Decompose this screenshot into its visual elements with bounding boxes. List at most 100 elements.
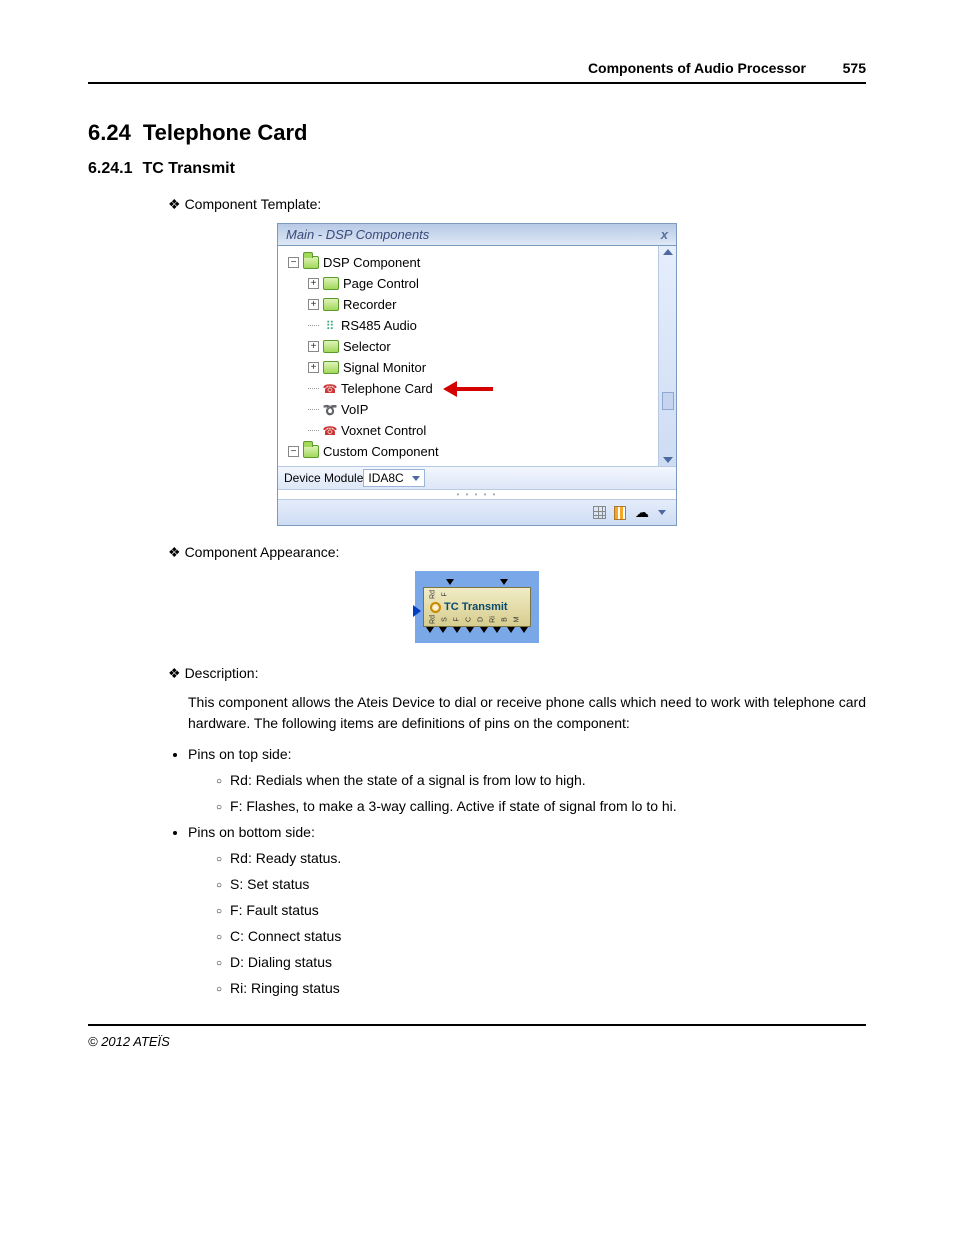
folder-icon bbox=[323, 298, 339, 311]
section-number: 6.24 bbox=[88, 120, 131, 145]
tree-item[interactable]: ⠿ RS485 Audio bbox=[286, 315, 654, 336]
tree-connector bbox=[308, 430, 319, 431]
tree-item-label: VoIP bbox=[341, 402, 368, 417]
description-text: This component allows the Ateis Device t… bbox=[188, 692, 866, 734]
expand-icon[interactable]: + bbox=[308, 362, 319, 373]
page-header: Components of Audio Processor 575 bbox=[88, 60, 866, 84]
subsection-number: 6.24.1 bbox=[88, 160, 132, 177]
pin-description-list: Pins on top side: Rd: Redials when the s… bbox=[188, 746, 866, 996]
subsection-heading: 6.24.1TC Transmit bbox=[88, 160, 866, 178]
folder-icon bbox=[323, 361, 339, 374]
folder-icon bbox=[323, 277, 339, 290]
component-icon bbox=[430, 602, 441, 613]
tree-item-label: Selector bbox=[343, 339, 391, 354]
diamond-icon: ❖ bbox=[168, 196, 181, 212]
scroll-thumb[interactable] bbox=[662, 392, 674, 410]
pins-bottom-title: Pins on bottom side: Rd: Ready status.S:… bbox=[188, 824, 866, 996]
tree-item-label: RS485 Audio bbox=[341, 318, 417, 333]
pin-label: Rd bbox=[430, 615, 437, 625]
component-label-row: TC Transmit bbox=[426, 599, 528, 615]
tree-item[interactable]: − Custom Component bbox=[286, 441, 654, 462]
pins-top-row: RdF bbox=[426, 590, 528, 599]
pin-label: B bbox=[502, 615, 509, 625]
tree-item-label: Recorder bbox=[343, 297, 396, 312]
tree-item-label: DSP Component bbox=[323, 255, 420, 270]
tree-item[interactable]: + Selector bbox=[286, 336, 654, 357]
tree-list: − DSP Component + Page Control + Recorder ⠿ RS4… bbox=[278, 246, 658, 466]
bottom-ticks bbox=[423, 627, 531, 635]
close-icon[interactable]: x bbox=[661, 227, 668, 242]
tree-item[interactable]: ☎ Voxnet Control bbox=[286, 420, 654, 441]
pin-label: Ri bbox=[490, 615, 497, 625]
pin-label: M bbox=[514, 615, 521, 625]
scroll-down-icon[interactable] bbox=[663, 457, 673, 463]
collapse-icon[interactable]: − bbox=[288, 446, 299, 457]
collapse-icon[interactable]: − bbox=[288, 257, 299, 268]
highlight-arrow-icon bbox=[443, 381, 493, 397]
section-heading: 6.24 Telephone Card bbox=[88, 120, 866, 146]
grid-icon[interactable] bbox=[593, 506, 606, 519]
pins-bottom-row: RdSFCDRiBM bbox=[426, 615, 528, 624]
pin-label: C bbox=[466, 615, 473, 625]
panel-titlebar: Main - DSP Components x bbox=[278, 224, 676, 246]
tree-item-label: Signal Monitor bbox=[343, 360, 426, 375]
list-item: D: Dialing status bbox=[216, 954, 866, 970]
tree-item-label: Voxnet Control bbox=[341, 423, 426, 438]
panel-title: Main - DSP Components bbox=[286, 227, 429, 242]
tree-item[interactable]: ➰ VoIP bbox=[286, 399, 654, 420]
header-title: Components of Audio Processor bbox=[588, 60, 806, 76]
dots-icon: ⠿ bbox=[323, 319, 337, 333]
tree-connector bbox=[308, 388, 319, 389]
component-label: TC Transmit bbox=[444, 601, 508, 613]
dropdown-icon[interactable] bbox=[658, 510, 666, 515]
device-module-label: Device Module bbox=[284, 471, 363, 485]
list-item: S: Set status bbox=[216, 876, 866, 892]
expand-icon[interactable]: + bbox=[308, 341, 319, 352]
phone-icon: ☎ bbox=[323, 382, 337, 396]
section-title: Telephone Card bbox=[143, 120, 308, 145]
dsp-components-panel: Main - DSP Components x − DSP Component + P… bbox=[277, 223, 677, 526]
phone-icon: ☎ bbox=[323, 424, 337, 438]
pin-label: F bbox=[454, 615, 461, 625]
tree-item-label: Custom Component bbox=[323, 444, 439, 459]
tree-connector bbox=[308, 325, 319, 326]
device-module-dropdown[interactable]: IDA8C bbox=[363, 469, 424, 487]
component-template-label: ❖Component Template: bbox=[168, 196, 866, 213]
palette-icon[interactable] bbox=[614, 506, 626, 520]
list-item: Rd: Redials when the state of a signal i… bbox=[216, 772, 866, 788]
input-port-icon bbox=[413, 605, 421, 617]
tree-item[interactable]: + Recorder bbox=[286, 294, 654, 315]
tree-item[interactable]: + Signal Monitor bbox=[286, 357, 654, 378]
tool-icon[interactable]: ☁ bbox=[634, 505, 650, 521]
tree-item[interactable]: ☎ Telephone Card bbox=[286, 378, 654, 399]
expand-icon[interactable]: + bbox=[308, 299, 319, 310]
tree-item-label: Page Control bbox=[343, 276, 419, 291]
description-label: ❖Description: bbox=[168, 665, 866, 682]
page-footer: © 2012 ATEÏS bbox=[88, 1024, 866, 1049]
top-ticks bbox=[423, 579, 531, 587]
list-item: C: Connect status bbox=[216, 928, 866, 944]
folder-icon bbox=[323, 340, 339, 353]
pin-label: F bbox=[442, 590, 449, 600]
scrollbar[interactable] bbox=[658, 246, 676, 466]
list-item: Ri: Ringing status bbox=[216, 980, 866, 996]
folder-icon bbox=[303, 256, 319, 269]
diamond-icon: ❖ bbox=[168, 665, 181, 681]
folder-icon bbox=[303, 445, 319, 458]
list-item: F: Flashes, to make a 3-way calling. Act… bbox=[216, 798, 866, 814]
tree-connector bbox=[308, 409, 319, 410]
splitter[interactable]: • • • • • bbox=[278, 489, 676, 499]
voip-icon: ➰ bbox=[323, 403, 337, 417]
pin-label: D bbox=[478, 615, 485, 625]
pins-top-title: Pins on top side: Rd: Redials when the s… bbox=[188, 746, 866, 814]
panel-toolbar: ☁ bbox=[278, 499, 676, 525]
component-appearance-label: ❖Component Appearance: bbox=[168, 544, 866, 561]
tree-item-label: Telephone Card bbox=[341, 381, 433, 396]
diamond-icon: ❖ bbox=[168, 544, 181, 560]
list-item: F: Fault status bbox=[216, 902, 866, 918]
list-item: Rd: Ready status. bbox=[216, 850, 866, 866]
tree-item[interactable]: − DSP Component bbox=[286, 252, 654, 273]
expand-icon[interactable]: + bbox=[308, 278, 319, 289]
tree-item[interactable]: + Page Control bbox=[286, 273, 654, 294]
scroll-up-icon[interactable] bbox=[663, 249, 673, 255]
